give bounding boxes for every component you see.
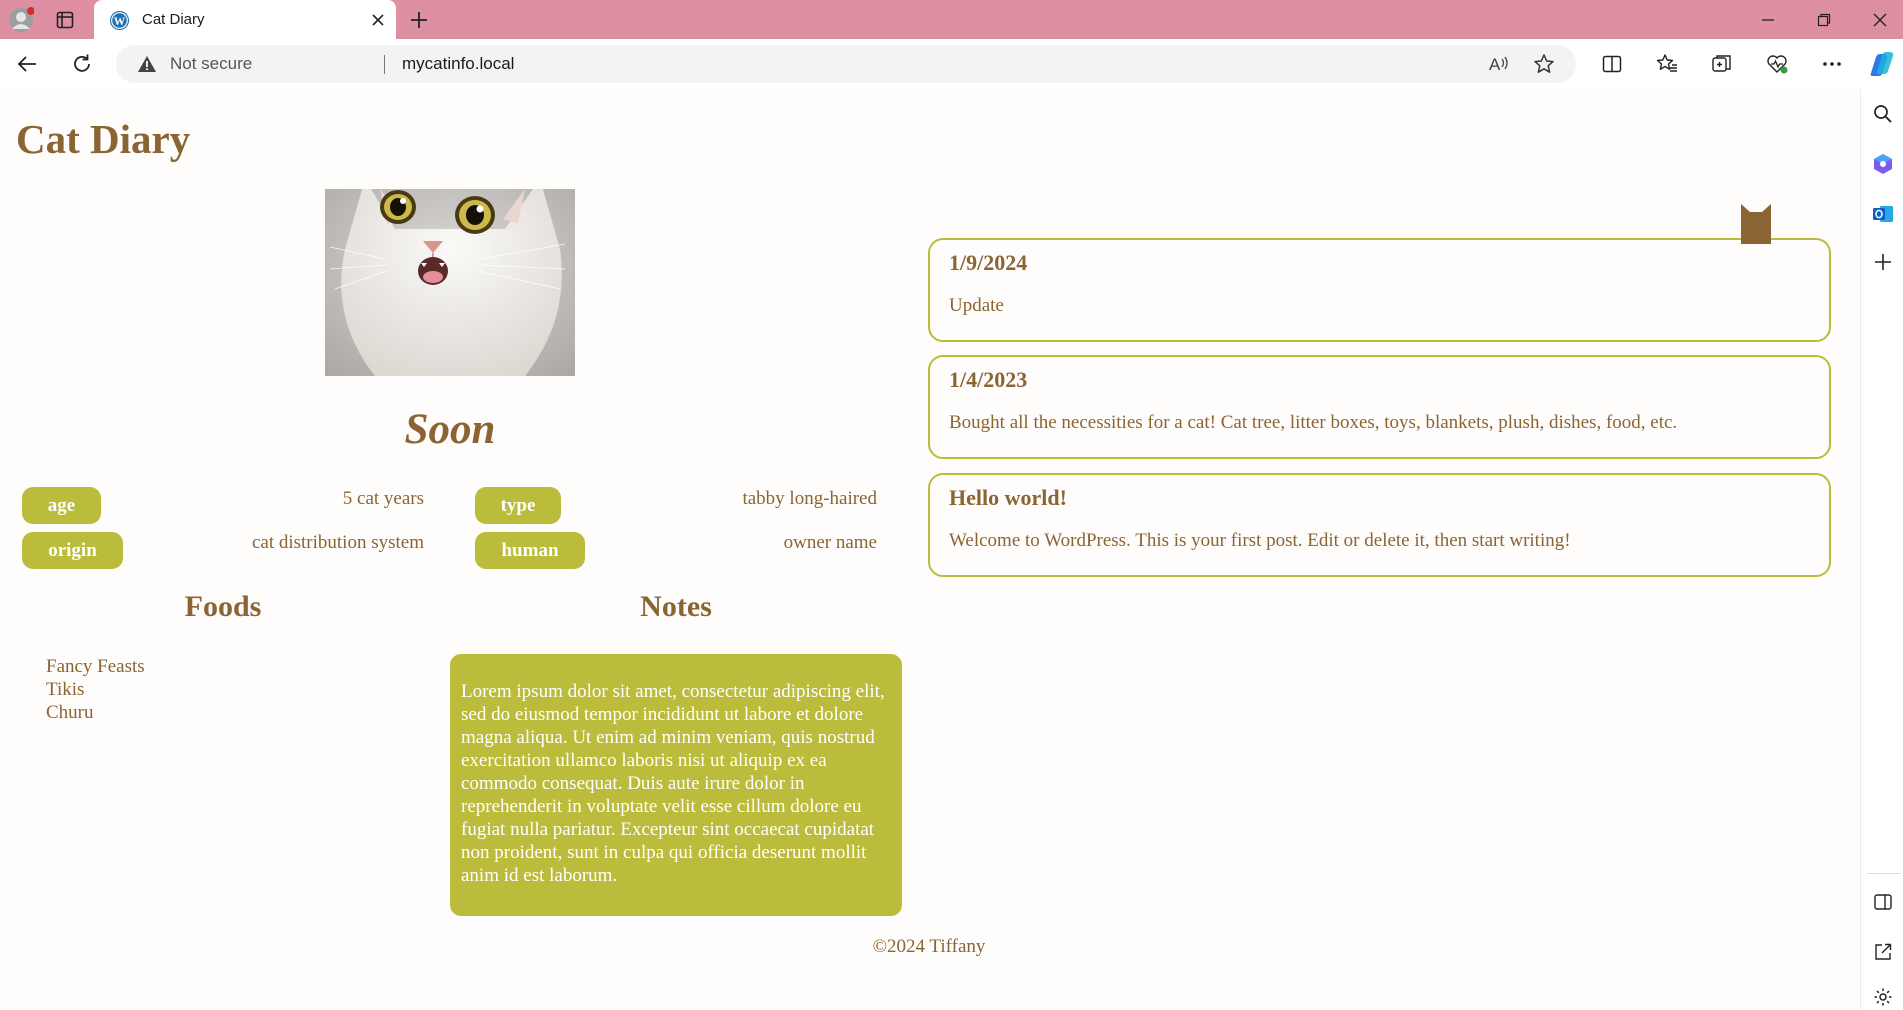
external-link-icon[interactable] [1869,939,1897,965]
favorite-star-icon[interactable] [1531,52,1557,76]
age-value: 5 cat years [342,488,424,509]
new-tab-icon[interactable] [404,0,434,39]
origin-badge: origin [22,532,123,569]
copilot-icon[interactable] [1866,47,1898,81]
shopping-icon[interactable] [1869,151,1897,177]
notes-heading: Notes [640,590,712,623]
close-icon[interactable] [366,8,390,32]
active-tab[interactable]: W Cat Diary [94,0,396,39]
foods-heading: Foods [184,590,262,623]
minimize-icon[interactable] [1745,0,1791,39]
edge-sidebar [1860,89,1903,1010]
foods-list: Fancy Feasts Tikis Churu [46,655,145,724]
refresh-icon[interactable] [65,48,99,80]
url-text[interactable]: mycatinfo.local [402,45,514,83]
tab-title: Cat Diary [142,11,205,28]
browser-toolbar: Not secure mycatinfo.local A [0,39,1903,89]
svg-text:W: W [113,15,125,27]
favorites-icon[interactable] [1651,48,1683,80]
notes-box: Lorem ipsum dolor sit amet, consectetur … [450,654,902,916]
collections-icon[interactable] [1706,48,1738,80]
human-value: owner name [783,532,877,553]
outlook-icon[interactable] [1869,201,1897,227]
cat-name: Soon [404,406,496,453]
site-title[interactable]: Cat Diary [16,115,190,163]
notes-text: Lorem ipsum dolor sit amet, consectetur … [461,681,885,886]
wordpress-icon: W [108,9,130,31]
address-bar[interactable]: Not secure mycatinfo.local A [116,45,1576,83]
add-icon[interactable] [1869,249,1897,275]
age-badge: age [22,487,101,524]
bookmark-icon[interactable] [1740,203,1772,250]
post-title[interactable]: 1/4/2023 [949,367,1027,393]
restore-icon[interactable] [1801,0,1847,39]
split-screen-icon[interactable] [1596,48,1628,80]
post-excerpt: Bought all the necessities for a cat! Ca… [949,412,1678,433]
page-viewport: Cat Diary Soon age 5 cat years type tabb… [0,89,1858,1010]
type-value: tabby long-haired [742,488,877,509]
read-aloud-icon[interactable]: A [1486,52,1512,76]
security-label[interactable]: Not secure [170,45,252,83]
list-item: Fancy Feasts [46,656,145,677]
browser-essentials-icon[interactable] [1761,48,1793,80]
post-title[interactable]: 1/9/2024 [949,250,1027,276]
title-bar: W Cat Diary [0,0,1903,39]
back-icon[interactable] [10,48,44,80]
post-excerpt: Welcome to WordPress. This is your first… [949,530,1571,551]
tab-actions-icon[interactable] [48,0,82,39]
post-card: 1/9/2024 Update [928,238,1831,342]
settings-icon[interactable] [1869,984,1897,1010]
cat-photo [325,189,575,376]
list-item: Tikis [46,679,85,700]
window-close-icon[interactable] [1857,0,1903,39]
search-icon[interactable] [1869,101,1897,127]
url-separator [384,55,385,74]
list-item: Churu [46,702,94,723]
sidebar-divider [1867,873,1901,874]
post-card: 1/4/2023 Bought all the necessities for … [928,355,1831,459]
profile-icon[interactable] [4,0,38,39]
post-title[interactable]: Hello world! [949,485,1067,511]
origin-value: cat distribution system [251,532,424,553]
svg-text:A: A [1489,55,1501,74]
sidebar-toggle-icon[interactable] [1869,889,1897,915]
post-card: Hello world! Welcome to WordPress. This … [928,473,1831,577]
post-excerpt: Update [949,295,1004,316]
warning-icon[interactable] [136,54,158,74]
more-icon[interactable] [1816,48,1848,80]
type-badge: type [475,487,561,524]
footer-copyright: ©2024 Tiffany [872,936,986,957]
human-badge: human [475,532,585,569]
